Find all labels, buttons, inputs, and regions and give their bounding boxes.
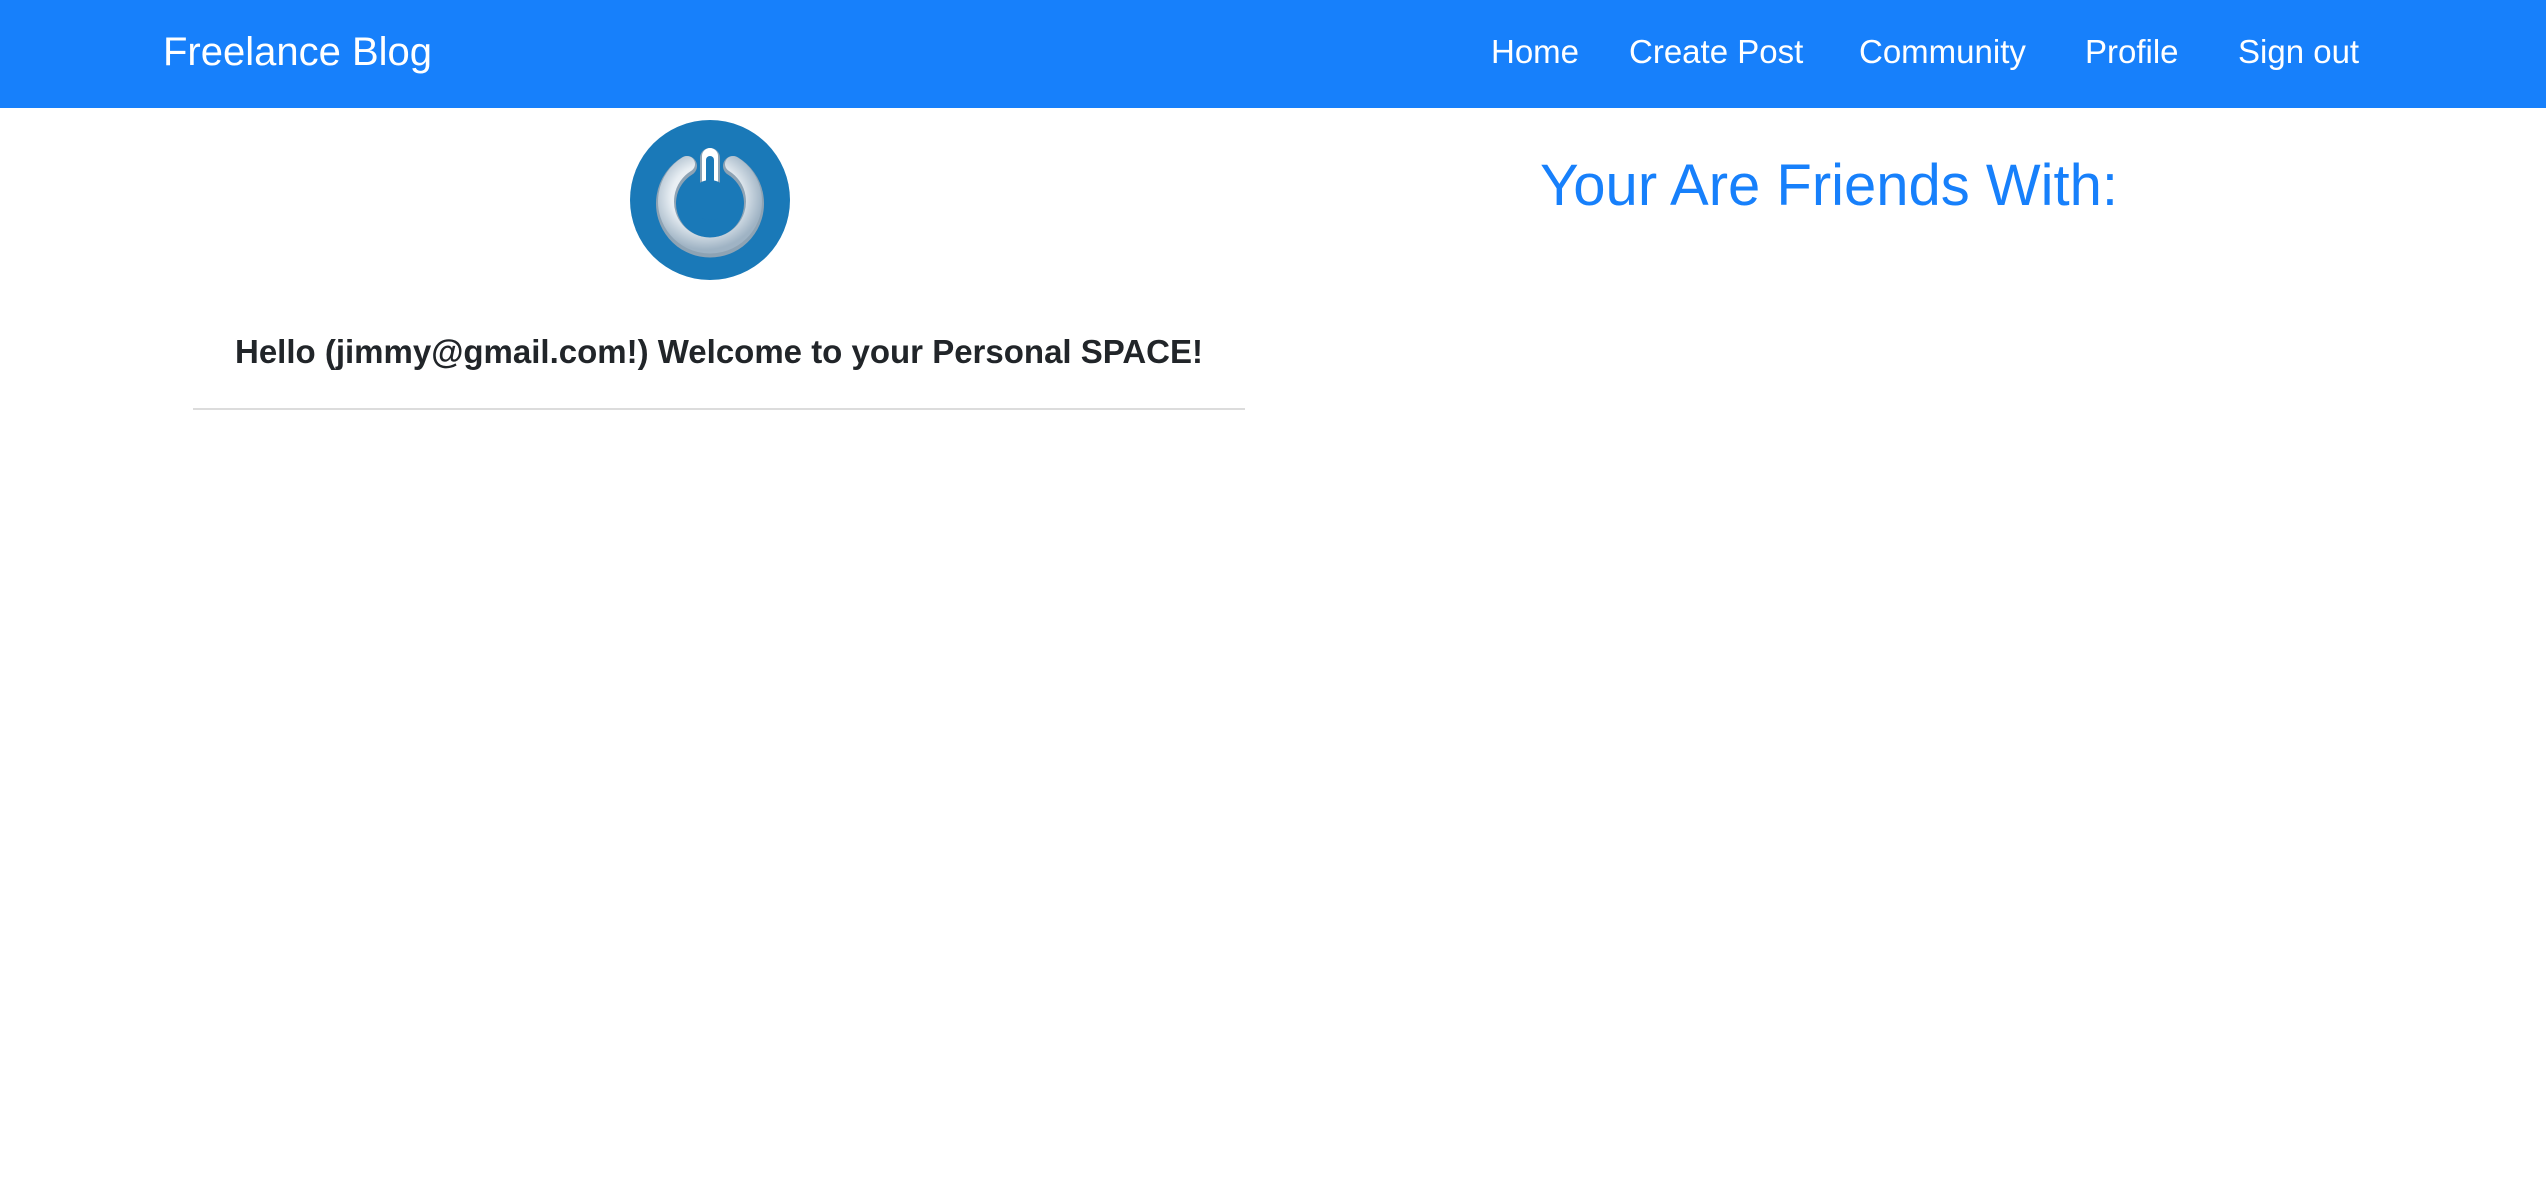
divider — [193, 408, 1245, 410]
nav-link-create-post[interactable]: Create Post — [1629, 28, 1803, 76]
nav-link-sign-out[interactable]: Sign out — [2238, 28, 2359, 76]
power-button-icon — [630, 120, 790, 280]
avatar — [630, 120, 790, 280]
welcome-message: Hello (jimmy@gmail.com!) Welcome to your… — [235, 333, 1203, 370]
friends-heading: Your Are Friends With: — [1539, 153, 2119, 218]
nav-link-community[interactable]: Community — [1859, 28, 2026, 76]
brand-link[interactable]: Freelance Blog — [163, 26, 432, 78]
nav-link-home[interactable]: Home — [1491, 28, 1579, 76]
nav-link-profile[interactable]: Profile — [2085, 28, 2179, 76]
top-navbar: Freelance Blog Home Create Post Communit… — [0, 0, 2546, 108]
